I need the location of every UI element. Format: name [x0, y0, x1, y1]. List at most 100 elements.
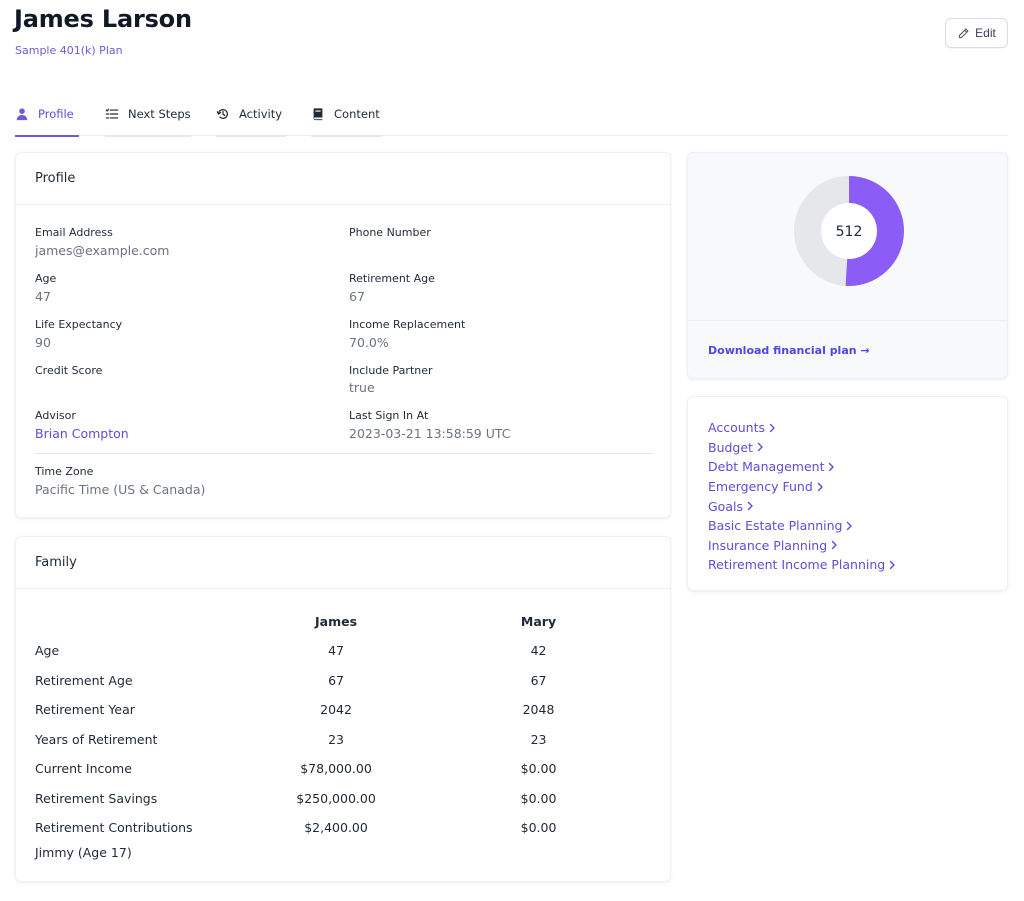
table-cell: 23: [328, 731, 344, 747]
family-card: Family James Mary Age 47 42 Retirement Age…: [15, 536, 671, 882]
row-label: Retirement Year: [35, 702, 135, 718]
last-sign-in-label: Last Sign In At: [349, 409, 429, 422]
planning-link-label: Accounts: [708, 420, 765, 436]
score-card: 512 Download financial plan →: [687, 152, 1008, 379]
last-sign-in-value: 2023-03-21 13:58:59 UTC: [349, 426, 511, 441]
planning-link-label: Basic Estate Planning: [708, 518, 843, 534]
advisor-link[interactable]: Brian Compton: [35, 426, 129, 441]
income-replacement-value: 70.0%: [349, 335, 389, 350]
phone-label: Phone Number: [349, 226, 431, 239]
retirement-age-label: Retirement Age: [349, 272, 435, 285]
score-donut-chart: 512: [794, 176, 905, 286]
email-value: james@example.com: [35, 243, 170, 258]
age-value: 47: [35, 289, 51, 304]
table-row: Age 47 42: [35, 636, 635, 666]
table-row: Current Income $78,000.00 $0.00: [35, 754, 635, 784]
table-cell: $250,000.00: [296, 790, 376, 806]
table-row: Retirement Savings $250,000.00 $0.00: [35, 784, 635, 814]
tab-content[interactable]: Content: [311, 96, 381, 137]
planning-links-list: Accounts Budget Debt Management Emergency F…: [708, 418, 896, 575]
book-icon: [313, 108, 323, 121]
table-cell: 47: [328, 643, 344, 659]
score-chart-area: 512: [688, 153, 1007, 321]
list-icon: [105, 108, 119, 119]
user-icon: [16, 108, 28, 121]
time-zone-label: Time Zone: [35, 465, 94, 478]
pencil-icon: [959, 28, 969, 38]
table-row: Retirement Year 2042 2048: [35, 695, 635, 725]
page-title: James Larson: [14, 5, 192, 33]
plan-link[interactable]: Sample 401(k) Plan: [15, 44, 123, 57]
table-cell: 23: [530, 731, 547, 747]
family-table: James Mary Age 47 42 Retirement Age 67 67 Re…: [35, 607, 635, 843]
row-label: Retirement Savings: [35, 790, 158, 806]
download-financial-plan-link[interactable]: Download financial plan →: [708, 344, 870, 357]
table-row: Years of Retirement 23 23: [35, 725, 635, 755]
tab-next-steps[interactable]: Next Steps: [105, 96, 191, 137]
edit-label: Edit: [975, 26, 996, 40]
chevron-right-icon: [817, 482, 823, 491]
row-label: Retirement Age: [35, 672, 133, 688]
retirement-age-value: 67: [349, 289, 365, 304]
credit-score-label: Credit Score: [35, 364, 103, 377]
table-cell: $2,400.00: [304, 820, 368, 836]
email-label: Email Address: [35, 226, 113, 239]
tab-label: Content: [334, 107, 380, 121]
tab-label: Profile: [38, 107, 74, 121]
table-row: Retirement Age 67 67: [35, 666, 635, 696]
table-row: Retirement Contributions $2,400.00 $0.00: [35, 813, 635, 843]
chevron-right-icon: [769, 423, 775, 432]
table-cell: $0.00: [520, 761, 557, 777]
planning-link-label: Goals: [708, 498, 743, 514]
table-cell: 67: [328, 672, 344, 688]
planning-link[interactable]: Budget: [708, 438, 896, 458]
chevron-right-icon: [829, 462, 835, 472]
table-cell: $0.00: [520, 790, 557, 806]
planning-link[interactable]: Goals: [708, 496, 896, 516]
profile-card: Profile Email Address james@example.com …: [15, 152, 671, 518]
age-label: Age: [35, 272, 57, 285]
planning-link[interactable]: Accounts: [708, 418, 896, 438]
divider: [35, 453, 653, 454]
time-zone-value: Pacific Time (US & Canada): [35, 482, 206, 497]
planning-link-label: Retirement Income Planning: [708, 557, 886, 573]
dependent-item: Jimmy (Age 17): [35, 845, 132, 860]
row-label: Current Income: [35, 761, 132, 777]
edit-button[interactable]: Edit: [945, 18, 1008, 48]
planning-link-label: Budget: [708, 439, 753, 455]
chevron-right-icon: [890, 560, 895, 570]
table-cell: 2048: [522, 702, 555, 718]
planning-link[interactable]: Insurance Planning: [708, 536, 896, 556]
score-value: 512: [836, 224, 863, 240]
row-label: Age: [35, 643, 60, 659]
planning-link[interactable]: Emergency Fund: [708, 477, 896, 497]
chevron-right-icon: [831, 541, 837, 550]
planning-link[interactable]: Debt Management: [708, 457, 896, 477]
family-card-title: Family: [16, 537, 670, 589]
tab-label: Next Steps: [128, 107, 191, 121]
planning-link[interactable]: Basic Estate Planning: [708, 516, 896, 536]
planning-link-label: Insurance Planning: [708, 537, 828, 553]
history-icon: [216, 109, 228, 120]
tab-activity[interactable]: Activity: [216, 96, 286, 137]
table-cell: $0.00: [520, 820, 557, 836]
tab-label: Activity: [239, 107, 283, 121]
table-cell: $78,000.00: [300, 761, 372, 777]
row-label: Years of Retirement: [35, 731, 158, 747]
life-expectancy-label: Life Expectancy: [35, 318, 123, 331]
tab-profile[interactable]: Profile: [15, 96, 79, 137]
include-partner-value: true: [349, 380, 375, 395]
tab-bar: Profile Next Steps Activity Content: [15, 96, 1008, 137]
include-partner-label: Include Partner: [349, 364, 433, 377]
planning-link[interactable]: Retirement Income Planning: [708, 555, 896, 575]
column-header: [35, 607, 230, 636]
table-header-row: James Mary: [35, 607, 635, 636]
row-label: Retirement Contributions: [35, 820, 193, 836]
chevron-right-icon: [847, 521, 853, 530]
profile-card-title: Profile: [16, 153, 670, 205]
table-cell: 67: [530, 672, 547, 688]
column-header: James: [315, 614, 358, 629]
chevron-right-icon: [757, 443, 763, 452]
table-cell: 42: [530, 643, 547, 659]
planning-link-label: Emergency Fund: [708, 479, 813, 495]
